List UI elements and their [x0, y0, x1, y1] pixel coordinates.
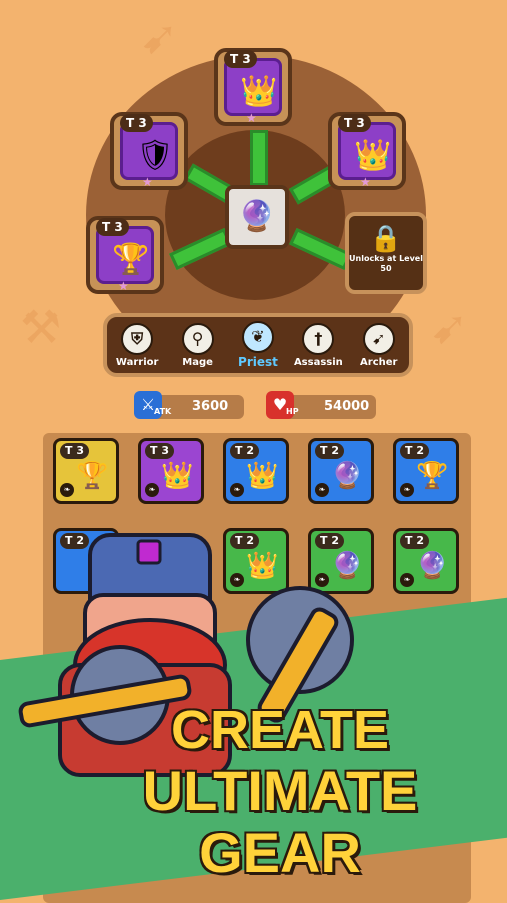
inventory-cell[interactable]: T 3 🏆 ❧ [53, 438, 119, 504]
class-tab-priest[interactable]: ❦ Priest [230, 321, 286, 369]
shield-icon: ⛨ [121, 322, 154, 355]
promo-headline: CREATE ULTIMATE GEAR [60, 700, 500, 884]
atk-value: 3600 [192, 399, 229, 414]
star-icon: ★ [360, 175, 371, 189]
tier-badge: T 3 [338, 114, 371, 132]
tier-badge: T 3 [120, 114, 153, 132]
crown-icon: 👑 [240, 74, 278, 109]
inventory-cell[interactable]: T 3 👑 ❧ [138, 438, 204, 504]
locked-slot[interactable]: 🔒 Unlocks at Level 50 [345, 212, 427, 294]
class-selector: ⛨ Warrior ⚲ Mage ❦ Priest † Assassin ➹ A… [103, 313, 413, 377]
lock-icon: 🔒 [369, 224, 403, 254]
tier-badge: T 3 [96, 218, 129, 236]
crown-icon: 👑 [161, 461, 194, 491]
inventory-cell[interactable]: T 2 🔮 ❧ [308, 438, 374, 504]
axe-decoration-icon: ⚒ [20, 300, 62, 354]
bow-icon: ➹ [362, 322, 395, 355]
arrow-up [250, 130, 268, 186]
leaf-icon: ❧ [230, 483, 244, 497]
tier-badge: T 3 [224, 50, 257, 68]
inventory-cell[interactable]: T 2 🔮 ❧ [393, 528, 459, 594]
class-tab-mage[interactable]: ⚲ Mage [170, 322, 226, 368]
helmet-icon: 🛡 [136, 138, 175, 173]
headline-line-2: ULTIMATE GEAR [142, 759, 418, 884]
class-tab-warrior[interactable]: ⛨ Warrior [109, 322, 165, 368]
wing-icon: ❦ [241, 321, 274, 353]
bow-decoration-icon: ➹ [430, 300, 469, 354]
leaf-icon: ❧ [400, 483, 414, 497]
inventory-cell[interactable]: T 2 🏆 ❧ [393, 438, 459, 504]
armor-icon: 🏆 [76, 461, 109, 491]
leaf-icon: ❧ [145, 483, 159, 497]
class-tab-archer[interactable]: ➹ Archer [351, 322, 407, 368]
bow-decoration-icon: ➹ [140, 10, 179, 64]
dagger-icon: † [302, 322, 335, 355]
star-icon: ★ [118, 279, 129, 293]
gear-slot-top[interactable]: T 3 👑 ★ [214, 48, 292, 126]
atk-stat: ⚔ ATK 3600 [134, 391, 244, 419]
crown-icon: 👑 [246, 461, 279, 491]
leaf-icon: ❧ [60, 483, 74, 497]
hp-value: 54000 [324, 399, 370, 414]
gear-slot-bottom-left[interactable]: T 3 🏆 ★ [86, 216, 164, 294]
class-tab-assassin[interactable]: † Assassin [290, 322, 346, 368]
headline-line-1: CREATE [170, 700, 389, 760]
orb-icon: 🔮 [416, 551, 449, 581]
hp-stat: ♥ HP 54000 [266, 391, 376, 419]
armor-icon: 🏆 [416, 461, 449, 491]
star-icon: ★ [142, 175, 153, 189]
amulet-icon: 🔮 [238, 199, 276, 234]
crown-icon: 👑 [354, 138, 392, 173]
armor-icon: 🏆 [112, 242, 150, 277]
star-icon: ★ [246, 111, 257, 125]
center-amulet-slot[interactable]: 🔮 [225, 185, 289, 249]
staff-icon: ⚲ [181, 322, 214, 355]
unlock-text: Unlocks at Level 50 [349, 254, 423, 273]
inventory-cell[interactable]: T 2 👑 ❧ [223, 438, 289, 504]
leaf-icon: ❧ [400, 573, 414, 587]
orb-icon: 🔮 [331, 461, 364, 491]
gear-slot-left[interactable]: T 3 🛡 ★ [110, 112, 188, 190]
leaf-icon: ❧ [315, 483, 329, 497]
gear-slot-right[interactable]: T 3 👑 ★ [328, 112, 406, 190]
